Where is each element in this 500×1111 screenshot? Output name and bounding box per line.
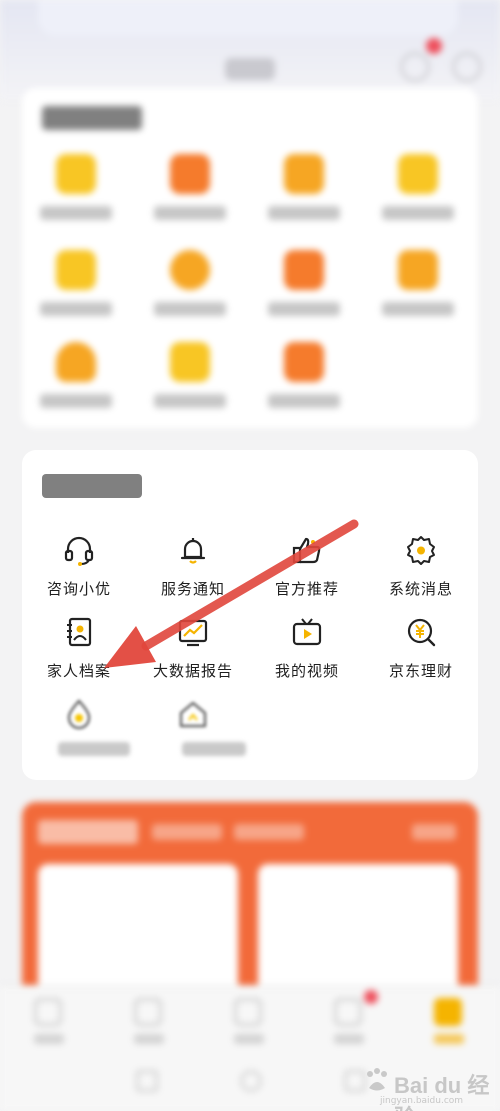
tool-my-video[interactable]: 我的视频 <box>250 616 364 686</box>
blurred-label <box>58 742 130 756</box>
headset-icon <box>64 536 94 566</box>
service-label <box>154 394 226 408</box>
service-icon <box>170 342 210 382</box>
bell-icon <box>180 538 206 564</box>
service-icon <box>170 250 210 290</box>
nav-discover-icon[interactable] <box>234 998 262 1026</box>
service-icon <box>284 342 324 382</box>
tool-family-file[interactable]: 家人档案 <box>22 616 136 686</box>
nav-label <box>134 1034 164 1044</box>
tool-official-recommend[interactable]: 官方推荐 <box>250 534 364 604</box>
more-tools-card: 咨询小优 服务通知 官方推荐 系统消息 家人档案 大数据报告 我的视频 京东理财 <box>22 450 478 780</box>
tool-label: 大数据报告 <box>152 662 233 680</box>
service-icon <box>398 250 438 290</box>
tool-welfare-purchase[interactable] <box>136 698 250 768</box>
service-item[interactable] <box>26 244 126 334</box>
baidu-watermark: Bai du 经验 jingyan.baidu.com <box>362 1062 492 1111</box>
service-icon <box>56 342 96 382</box>
family-file-icon <box>67 617 92 647</box>
top-bar <box>0 0 500 100</box>
nav-profile-icon[interactable] <box>434 998 462 1026</box>
service-item[interactable] <box>368 148 468 238</box>
more-tools-title <box>42 474 142 498</box>
notification-badge <box>426 38 442 54</box>
service-icon <box>398 154 438 194</box>
tool-consult[interactable]: 咨询小优 <box>22 534 136 604</box>
finance-icon <box>407 618 436 647</box>
system-back-icon[interactable] <box>136 1070 158 1092</box>
nav-badge <box>364 990 378 1004</box>
tool-label: 我的视频 <box>274 662 339 680</box>
watermark-domain: jingyan.baidu.com <box>380 1096 464 1106</box>
service-label <box>40 394 112 408</box>
settings-icon[interactable] <box>452 52 482 82</box>
page-title <box>225 58 275 80</box>
system-home-icon[interactable] <box>240 1070 262 1092</box>
tool-blood-track[interactable] <box>22 698 136 768</box>
service-item[interactable] <box>140 148 240 238</box>
tool-system-message[interactable]: 系统消息 <box>364 534 478 604</box>
service-item[interactable] <box>254 244 354 334</box>
tool-data-report[interactable]: 大数据报告 <box>136 616 250 686</box>
service-icon <box>56 154 96 194</box>
tool-service-notice[interactable]: 服务通知 <box>136 534 250 604</box>
nav-label <box>34 1034 64 1044</box>
tool-label: 京东理财 <box>388 662 453 680</box>
service-label <box>382 302 454 316</box>
data-report-icon <box>178 619 208 647</box>
service-item[interactable] <box>26 336 126 426</box>
promo-card-right[interactable] <box>258 864 458 994</box>
drop-icon <box>67 699 91 730</box>
service-icon <box>56 250 96 290</box>
tool-label: 服务通知 <box>160 580 225 598</box>
service-label <box>268 206 340 220</box>
service-label <box>268 302 340 316</box>
service-icon <box>284 250 324 290</box>
service-item[interactable] <box>254 336 354 426</box>
service-item[interactable] <box>254 148 354 238</box>
section-title <box>42 106 142 130</box>
frequent-services-card <box>22 88 478 428</box>
service-label <box>382 206 454 220</box>
blurred-label <box>182 742 246 756</box>
nav-home-icon[interactable] <box>34 998 62 1026</box>
tool-label: 咨询小优 <box>46 580 111 598</box>
paw-icon <box>367 1068 387 1091</box>
service-label <box>268 394 340 408</box>
promo-banner[interactable] <box>22 802 478 994</box>
gift-icon <box>179 701 207 728</box>
service-item[interactable] <box>368 244 468 334</box>
service-item[interactable] <box>140 244 240 334</box>
promo-more[interactable] <box>412 824 456 840</box>
video-icon <box>292 618 322 646</box>
tool-jd-finance[interactable]: 京东理财 <box>364 616 478 686</box>
promo-tag <box>38 820 138 844</box>
tool-label: 官方推荐 <box>274 580 339 598</box>
thumbs-up-icon <box>292 537 321 564</box>
service-item[interactable] <box>26 148 126 238</box>
cart-icon <box>170 154 210 194</box>
nav-category-icon[interactable] <box>134 998 162 1026</box>
gear-icon <box>407 536 435 565</box>
service-label <box>154 302 226 316</box>
service-item[interactable] <box>140 336 240 426</box>
promo-subtitle <box>152 824 222 840</box>
nav-label <box>334 1034 364 1044</box>
service-label <box>154 206 226 220</box>
service-label <box>40 302 112 316</box>
promo-card-left[interactable] <box>38 864 238 994</box>
nav-label <box>234 1034 264 1044</box>
tool-label: 家人档案 <box>46 662 111 680</box>
service-label <box>40 206 112 220</box>
promo-subtitle <box>234 824 304 840</box>
search-bar[interactable] <box>38 0 458 36</box>
message-icon[interactable] <box>400 52 430 82</box>
nav-label <box>434 1034 464 1044</box>
service-icon <box>284 154 324 194</box>
nav-cart-icon[interactable] <box>334 998 362 1026</box>
tool-label: 系统消息 <box>388 580 453 598</box>
